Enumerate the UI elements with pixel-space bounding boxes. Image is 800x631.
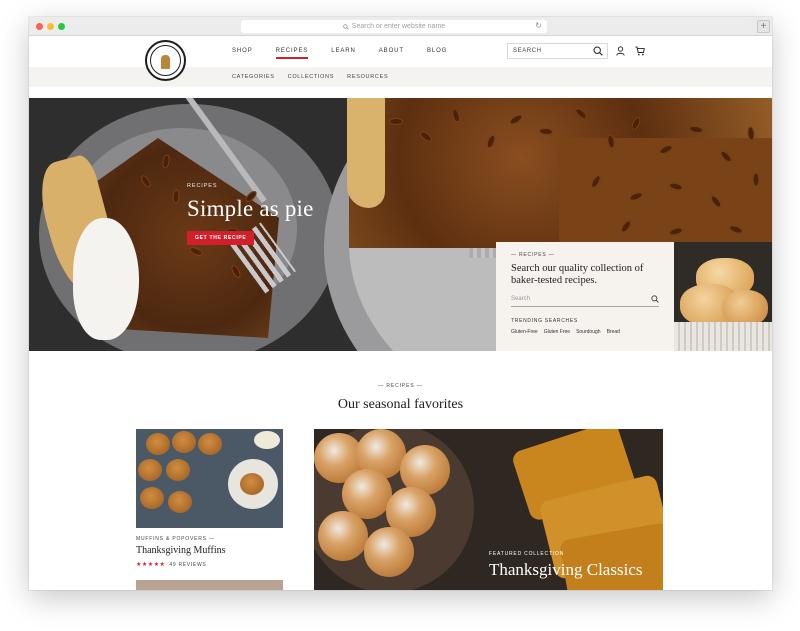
- nav-about[interactable]: ABOUT: [379, 48, 404, 59]
- card-rating: ★★★★★ 49 REVIEWS: [136, 561, 206, 569]
- nav-learn[interactable]: LEARN: [331, 48, 356, 59]
- pecan: [752, 172, 760, 187]
- nav-shop[interactable]: SHOP: [232, 48, 253, 59]
- card-kicker: MUFFINS & POPOVERS —: [136, 536, 215, 542]
- nav-blog[interactable]: BLOG: [427, 48, 447, 59]
- reload-icon[interactable]: ↻: [535, 21, 542, 30]
- search-icon[interactable]: [593, 46, 603, 56]
- browser-window: Search or enter website name ↻ + SHOP RE…: [29, 17, 772, 590]
- towel: [674, 322, 772, 351]
- butter-dish: [254, 431, 280, 449]
- hero-kicker: RECIPES: [187, 183, 218, 189]
- card-title[interactable]: Thanksgiving Muffins: [136, 545, 226, 556]
- muffin: [198, 433, 222, 455]
- muffin: [146, 433, 170, 455]
- muffins-image[interactable]: [136, 429, 283, 528]
- muffin: [138, 459, 162, 481]
- hero-banner: RECIPES Simple as pie GET THE RECIPE — R…: [29, 98, 772, 351]
- muffin: [166, 459, 190, 481]
- feature-text-block: FEATURED COLLECTION Thanksgiving Classic…: [489, 551, 642, 579]
- recipe-search-panel: — RECIPES — Search our quality collectio…: [496, 242, 674, 351]
- site-search-label: SEARCH: [513, 48, 542, 54]
- account-icon[interactable]: [616, 46, 625, 56]
- cart-icon[interactable]: [635, 46, 645, 56]
- section-title: Our seasonal favorites: [337, 397, 464, 412]
- close-window-button[interactable]: [36, 23, 43, 30]
- pecan: [389, 118, 403, 125]
- muffin: [168, 491, 192, 513]
- trending-tag[interactable]: Gluten-Free: [511, 329, 538, 335]
- get-recipe-button[interactable]: GET THE RECIPE: [187, 231, 255, 245]
- trending-tags: Gluten-Free Gluten Free Sourdough Bread: [511, 329, 660, 335]
- feature-title: Thanksgiving Classics: [489, 560, 643, 579]
- feature-kicker: FEATURED COLLECTION: [489, 551, 565, 557]
- wheat-icon: [161, 55, 170, 69]
- minimize-window-button[interactable]: [47, 23, 54, 30]
- subnav-collections[interactable]: COLLECTIONS: [288, 74, 335, 80]
- main-nav: SHOP RECIPES LEARN ABOUT BLOG: [232, 48, 447, 59]
- trending-tag[interactable]: Gluten Free: [544, 329, 570, 335]
- brand-logo[interactable]: [145, 40, 186, 81]
- hero-text-block: RECIPES Simple as pie GET THE RECIPE: [187, 183, 314, 245]
- featured-collection-card[interactable]: FEATURED COLLECTION Thanksgiving Classic…: [314, 429, 663, 590]
- dinner-roll: [364, 527, 414, 577]
- bread-bun: [722, 290, 768, 326]
- site-header: SHOP RECIPES LEARN ABOUT BLOG SEARCH: [29, 36, 772, 81]
- subnav-categories[interactable]: CATEGORIES: [232, 74, 275, 80]
- muffin: [140, 487, 164, 509]
- next-card-image[interactable]: [136, 580, 283, 590]
- new-tab-button[interactable]: +: [757, 20, 770, 33]
- dinner-roll: [318, 511, 368, 561]
- hero-title: Simple as pie: [187, 196, 314, 221]
- review-count[interactable]: 49 REVIEWS: [169, 562, 206, 568]
- muffin: [172, 431, 196, 453]
- trending-tag[interactable]: Sourdough: [576, 329, 600, 335]
- section-kicker: — RECIPES —: [378, 383, 423, 389]
- address-bar-placeholder: Search or enter website name: [351, 23, 446, 30]
- subnav-resources[interactable]: RESOURCES: [347, 74, 388, 80]
- bread-rolls-image: [674, 242, 772, 351]
- search-panel-kicker: — RECIPES —: [511, 252, 555, 258]
- recipe-search-input[interactable]: Search: [511, 295, 659, 307]
- sub-nav: CATEGORIES COLLECTIONS RESOURCES: [29, 67, 772, 87]
- search-panel-title: Search our quality collection of baker-t…: [511, 263, 644, 286]
- browser-toolbar: Search or enter website name ↻ +: [29, 17, 772, 36]
- muffin: [240, 473, 264, 495]
- trending-tag[interactable]: Bread: [607, 329, 620, 335]
- search-icon[interactable]: [651, 295, 659, 303]
- site-search-input[interactable]: SEARCH: [507, 43, 608, 59]
- address-bar[interactable]: Search or enter website name ↻: [241, 20, 547, 33]
- pecan-pie-crust-image: [347, 98, 385, 208]
- trending-label: TRENDING SEARCHES: [511, 318, 578, 324]
- whipped-cream-image: [73, 218, 139, 340]
- search-icon: [343, 23, 349, 30]
- nav-recipes[interactable]: RECIPES: [275, 48, 309, 59]
- star-rating: ★★★★★: [136, 562, 166, 568]
- recipe-search-placeholder: Search: [511, 296, 531, 302]
- maximize-window-button[interactable]: [58, 23, 65, 30]
